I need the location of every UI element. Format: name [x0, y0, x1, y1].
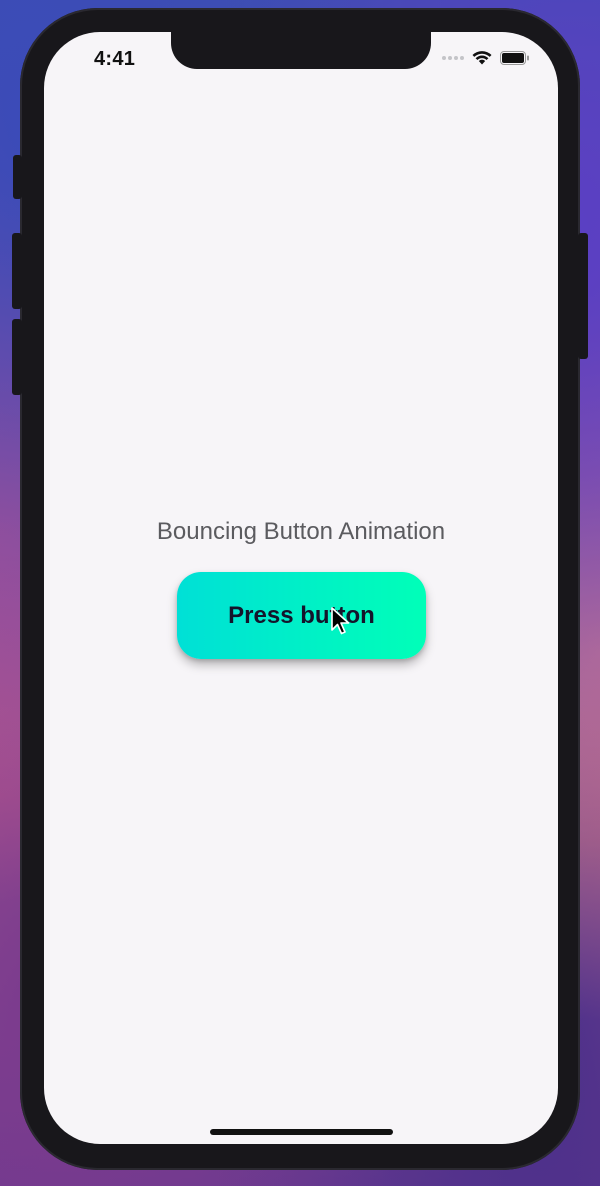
press-button[interactable]: Press button: [177, 572, 426, 659]
status-icons: [442, 50, 530, 65]
power-button: [578, 233, 588, 359]
volume-up-button: [12, 233, 22, 309]
mute-switch: [13, 155, 22, 199]
signal-dots-icon: [442, 55, 464, 60]
home-indicator: [210, 1129, 393, 1135]
battery-icon: [500, 50, 529, 65]
phone-screen: 4:41 Bouncing Button Animation Press but…: [44, 32, 558, 1144]
volume-down-button: [12, 319, 22, 395]
wifi-icon: [472, 51, 492, 65]
notch: [171, 32, 431, 69]
status-time: 4:41: [94, 48, 136, 70]
page-title: Bouncing Button Animation: [156, 518, 446, 545]
